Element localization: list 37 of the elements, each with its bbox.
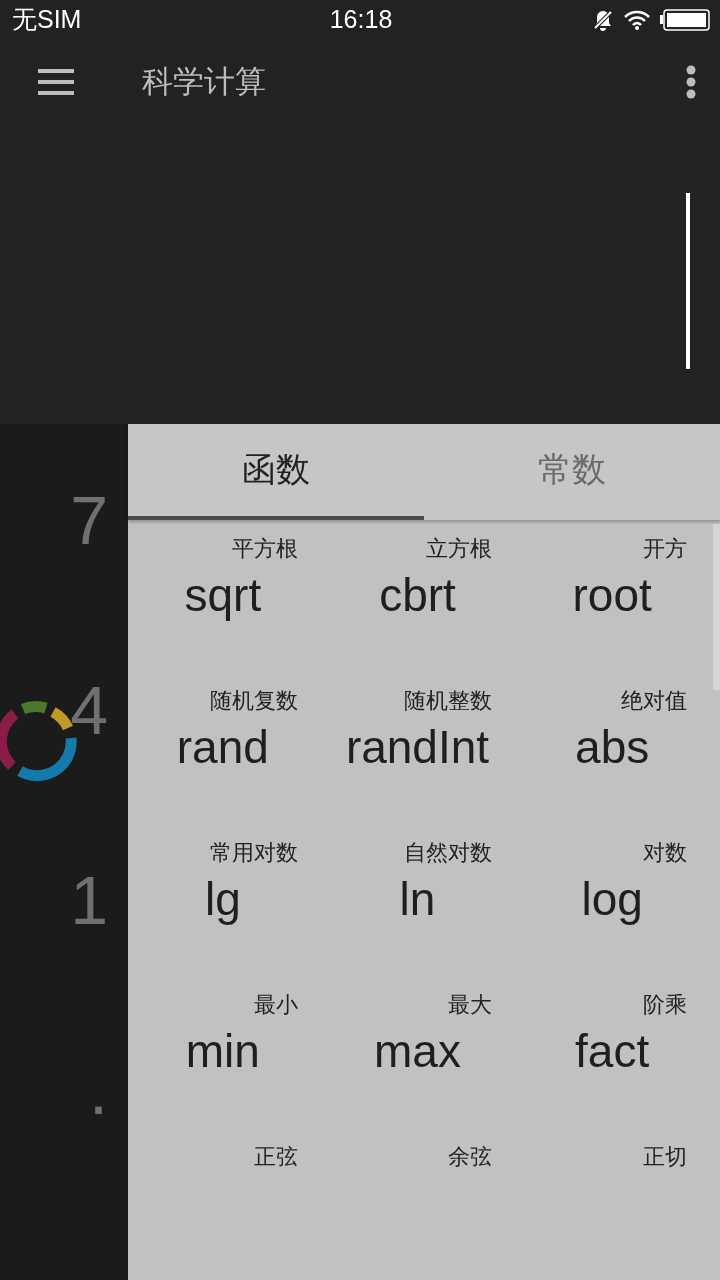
function-hint: 自然对数: [404, 839, 493, 867]
function-hint: 开方: [643, 535, 687, 563]
function-hint: 平方根: [231, 535, 298, 563]
function-key[interactable]: max: [374, 1024, 461, 1078]
function-key[interactable]: min: [185, 1024, 260, 1078]
function-hint: 余弦: [448, 1143, 493, 1171]
function-hint: 正切: [643, 1143, 687, 1171]
muted-bell-icon: [592, 8, 614, 31]
function-key[interactable]: sqrt: [184, 568, 262, 622]
function-hint: 阶乘: [643, 991, 687, 1019]
function-key[interactable]: randInt: [345, 720, 490, 774]
menu-icon[interactable]: [38, 69, 74, 96]
function-hint: 正弦: [253, 1143, 298, 1171]
function-key[interactable]: ln: [399, 872, 436, 926]
clock: 16:18: [329, 5, 393, 35]
function-key[interactable]: rand: [176, 720, 269, 774]
function-hint: 绝对值: [621, 687, 687, 715]
more-options-icon[interactable]: [686, 65, 696, 100]
function-hint: 立方根: [426, 535, 493, 563]
function-hint: 随机复数: [209, 687, 298, 715]
scrollbar[interactable]: [713, 524, 720, 690]
function-key[interactable]: root: [572, 568, 652, 622]
carrier-label: 无SIM: [12, 4, 82, 36]
tab[interactable]: 函数: [128, 424, 424, 520]
function-key[interactable]: abs: [575, 720, 650, 774]
wifi-icon: [624, 9, 650, 30]
function-key[interactable]: lg: [204, 872, 241, 926]
battery-icon: [660, 8, 710, 31]
function-hint: 常用对数: [209, 839, 298, 867]
function-key[interactable]: cbrt: [379, 568, 456, 622]
app-title: 科学计算: [142, 63, 267, 102]
function-key[interactable]: log: [581, 872, 643, 926]
function-hint: 对数: [643, 839, 687, 867]
function-hint: 随机整数: [404, 687, 493, 715]
function-hint: 最大: [448, 991, 493, 1019]
function-hint: 最小: [253, 991, 298, 1019]
function-key[interactable]: fact: [575, 1024, 650, 1078]
